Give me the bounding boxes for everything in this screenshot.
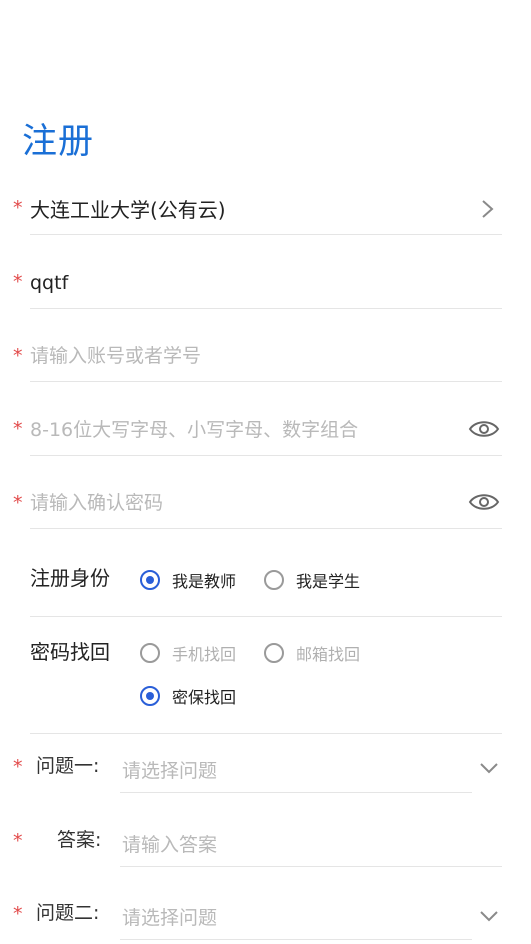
name-field-container: [30, 262, 502, 309]
radio-label: 密保找回: [172, 688, 237, 707]
recovery-security-radio[interactable]: 密保找回: [140, 684, 236, 708]
required-star: *: [13, 345, 23, 367]
identity-teacher-radio[interactable]: 我是教师: [140, 568, 236, 592]
answer1-field-container: [120, 826, 502, 867]
account-field-container: [30, 335, 502, 382]
radio-label: 我是学生: [296, 572, 361, 591]
question1-label: 问题一:: [36, 755, 100, 777]
eye-icon[interactable]: [468, 490, 500, 514]
school-value: 大连工业大学(公有云): [30, 198, 226, 222]
question2-placeholder: 请选择问题: [122, 907, 218, 929]
chevron-down-icon[interactable]: [478, 909, 500, 923]
radio-label: 我是教师: [172, 572, 237, 591]
answer1-input[interactable]: [122, 830, 482, 860]
radio-checked-icon: [140, 570, 160, 590]
name-input[interactable]: [30, 268, 460, 298]
account-input[interactable]: [30, 341, 460, 371]
question2-label: 问题二:: [36, 902, 100, 924]
divider: [30, 616, 502, 617]
radio-label: 手机找回: [172, 645, 237, 664]
radio-label: 邮箱找回: [296, 645, 361, 664]
confirm-password-input[interactable]: [30, 488, 460, 518]
recovery-label: 密码找回: [30, 640, 110, 664]
recovery-phone-radio[interactable]: 手机找回: [140, 641, 236, 665]
eye-icon[interactable]: [468, 417, 500, 441]
password-field-container: [30, 409, 502, 456]
required-star: *: [13, 197, 23, 219]
question1-selector[interactable]: 请选择问题: [120, 752, 472, 793]
required-star: *: [13, 830, 23, 852]
required-star: *: [13, 492, 23, 514]
chevron-right-icon: [482, 200, 494, 218]
divider: [30, 733, 502, 734]
password-input[interactable]: [30, 415, 460, 445]
required-star: *: [13, 418, 23, 440]
confirm-password-field-container: [30, 482, 502, 529]
answer1-label: 答案:: [57, 829, 102, 851]
radio-unchecked-icon: [140, 643, 160, 663]
required-star: *: [13, 756, 23, 778]
radio-unchecked-icon: [264, 570, 284, 590]
recovery-email-radio[interactable]: 邮箱找回: [264, 641, 360, 665]
identity-label: 注册身份: [30, 566, 110, 590]
required-star: *: [13, 903, 23, 925]
question2-selector[interactable]: 请选择问题: [120, 899, 472, 940]
required-star: *: [13, 271, 23, 293]
radio-checked-icon: [140, 686, 160, 706]
chevron-down-icon[interactable]: [478, 761, 500, 775]
school-selector[interactable]: 大连工业大学(公有云): [30, 188, 502, 235]
page-title: 注册: [22, 122, 95, 162]
radio-unchecked-icon: [264, 643, 284, 663]
question1-placeholder: 请选择问题: [122, 760, 218, 782]
identity-student-radio[interactable]: 我是学生: [264, 568, 360, 592]
